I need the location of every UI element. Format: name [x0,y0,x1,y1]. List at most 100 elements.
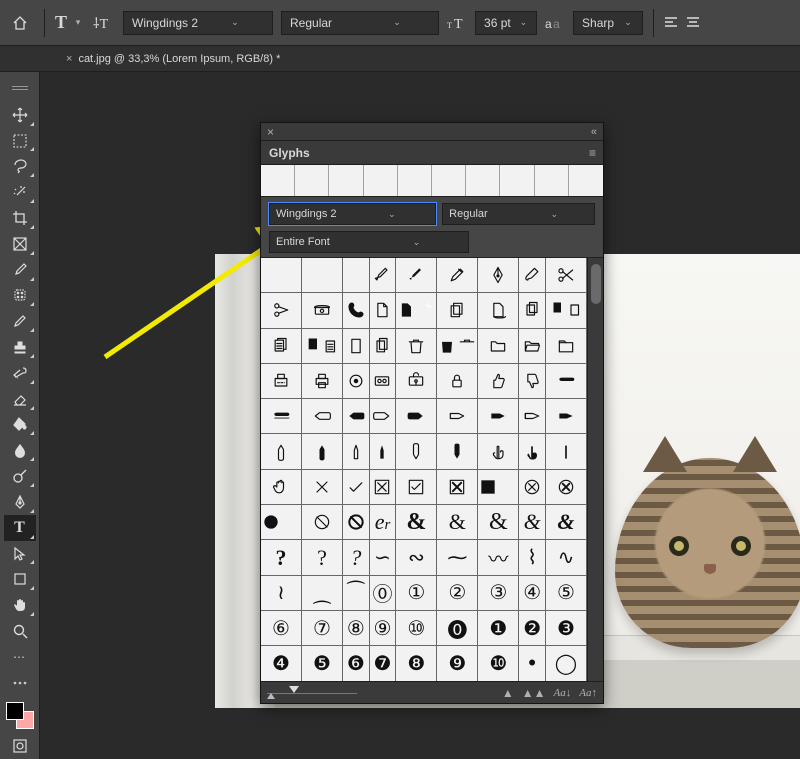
patch-tool[interactable] [4,283,36,309]
glyph-flourish2[interactable]: ∾ [396,540,437,575]
glyph-neg-1[interactable]: ❶ [478,611,519,646]
glyph-thumbs-up[interactable] [478,364,519,399]
glyph-circle-x3[interactable] [261,505,302,540]
glyph-hand-flat[interactable] [546,364,587,399]
glyph-hand-up-fill[interactable] [302,434,343,469]
glyph-pencil[interactable] [437,258,478,293]
glyph-docs[interactable] [261,329,302,364]
size-up-button[interactable]: Aa↑ [579,687,597,699]
glyph-circled-10[interactable]: ⑩ [396,611,437,646]
glyph-circled-8[interactable]: ⑧ [343,611,370,646]
collapse-handle[interactable] [4,76,36,102]
glyph-pages-3[interactable] [437,293,478,328]
panel-title-bar[interactable]: Glyphs ≡ [261,141,603,165]
glyph-size-slider[interactable] [267,688,357,698]
glyph-doc-plain[interactable] [343,329,370,364]
glyph-hand-down-fill[interactable] [437,434,478,469]
glyph-flourish9[interactable]: ⁀ [343,576,370,611]
eyedropper-tool[interactable] [4,257,36,283]
glyph-scissors-open[interactable] [546,258,587,293]
font-family-select[interactable]: Wingdings 2 ⌄ [123,11,273,35]
glyph-trash-fill[interactable] [437,329,478,364]
glyph-docs-fill[interactable] [302,329,343,364]
pen-tool[interactable] [4,489,36,515]
glyph-amp-serif[interactable]: & [437,505,478,540]
glyph-question2[interactable]: ? [302,540,343,575]
recent-glyph-slot[interactable] [364,165,398,196]
glyph-pen-fill[interactable] [396,258,437,293]
glyph-hand-flat-fill[interactable] [261,399,302,434]
glyph-amp-italic[interactable]: & [519,505,546,540]
glyph-prohibit[interactable] [302,505,343,540]
glyph-hand-point-r-fill[interactable] [396,399,437,434]
glyph-nib[interactable] [478,258,519,293]
glyph-neg-6[interactable]: ❻ [343,646,370,681]
glyphs-scrollbar[interactable] [587,258,603,681]
home-button[interactable] [6,9,34,37]
recent-glyph-slot[interactable] [329,165,363,196]
zoom-max-icon[interactable]: ▲▲ [522,686,546,700]
glyph-circled-5[interactable]: ⑤ [546,576,587,611]
glyph-hand-point-r[interactable] [370,399,397,434]
glyph-neg-8[interactable]: ❽ [396,646,437,681]
more-tools[interactable] [4,670,36,696]
size-down-button[interactable]: Aa↓ [554,687,572,699]
lasso-tool[interactable] [4,153,36,179]
glyph-question1[interactable]: ? [261,540,302,575]
glyph-folder-tab[interactable] [546,329,587,364]
glyph-circle-x2[interactable] [546,470,587,505]
glyph-hand-up2-fill[interactable] [370,434,397,469]
glyph-question3[interactable]: ? [343,540,370,575]
glyph-scissors[interactable] [261,293,302,328]
glyph-hand-stop[interactable] [261,470,302,505]
move-tool[interactable] [4,102,36,128]
glyph-docs-plain[interactable] [370,329,397,364]
glyph-flourish4[interactable]: 〰 [478,540,519,575]
glyph-circled-7[interactable]: ⑦ [302,611,343,646]
glyph-neg-2[interactable]: ❷ [519,611,546,646]
glyph-neg-9[interactable]: ❾ [437,646,478,681]
glyph-circled-3[interactable]: ③ [478,576,519,611]
glyph-et[interactable]: er [370,505,397,540]
glyph-circled-9[interactable]: ⑨ [370,611,397,646]
glyph-page-shadow[interactable] [478,293,519,328]
zoom-min-icon[interactable]: ▲ [502,686,514,700]
glyph-box-x[interactable] [370,470,397,505]
hand-tool[interactable] [4,592,36,618]
recent-glyph-slot[interactable] [535,165,569,196]
glyph-hand-point-r2-fill[interactable] [478,399,519,434]
edit-toolbar-button[interactable]: ⋯ [4,644,36,670]
font-size-select[interactable]: 36 pt ⌄ [475,11,537,35]
recent-glyph-slot[interactable] [261,165,295,196]
glyph-page-fill[interactable] [396,293,437,328]
glyph-hand-up[interactable] [261,434,302,469]
marquee-tool[interactable] [4,128,36,154]
glyph-ring[interactable]: ◯ [546,646,587,681]
glyph-circled-2[interactable]: ② [437,576,478,611]
glyph-hand-point-l[interactable] [302,399,343,434]
glyph-flourish5[interactable]: ⌇ [519,540,546,575]
glyph-circled-4[interactable]: ④ [519,576,546,611]
glyph-circled-6[interactable]: ⑥ [261,611,302,646]
glyph-folder-open[interactable] [519,329,546,364]
glyph-neg-0[interactable]: ⓿ [437,611,478,646]
glyph-telephone[interactable] [302,293,343,328]
glyph-finger-up[interactable] [478,434,519,469]
glyph-hand-down[interactable] [396,434,437,469]
glyph-blank[interactable] [261,258,302,293]
glyph-hand-point-r3-fill[interactable] [546,399,587,434]
glyph-amp-italic2[interactable]: & [546,505,587,540]
recent-glyph-slot[interactable] [295,165,329,196]
glyph-circle-x[interactable] [519,470,546,505]
glyph-prohibit-bold[interactable] [343,505,370,540]
tool-preset-type[interactable]: T ▾ [55,12,85,33]
close-icon[interactable]: × [66,53,72,65]
panel-menu-icon[interactable]: ≡ [589,146,595,160]
glyph-fax[interactable] [261,364,302,399]
collapse-icon[interactable]: « [591,126,597,138]
color-swatches[interactable] [6,702,34,730]
glyph-printer[interactable] [302,364,343,399]
stamp-tool[interactable] [4,334,36,360]
history-brush-tool[interactable] [4,360,36,386]
recent-glyph-slot[interactable] [466,165,500,196]
